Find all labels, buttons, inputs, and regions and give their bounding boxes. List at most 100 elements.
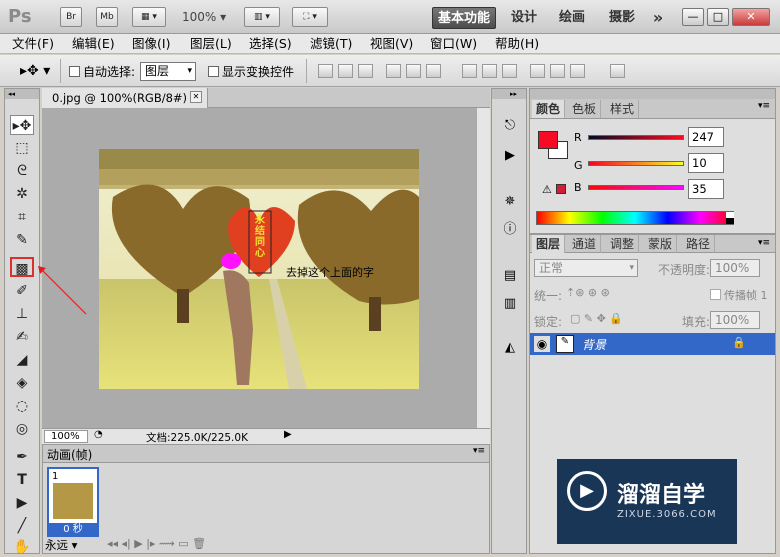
move-tool-icon[interactable]: ▸✥	[10, 115, 34, 135]
propagate-frame-checkbox[interactable]	[710, 289, 721, 300]
color-spectrum-ramp[interactable]	[536, 211, 734, 225]
distribute-horizontal-center-icon[interactable]	[550, 64, 565, 78]
gamut-warning-icon[interactable]: ⚠	[542, 183, 552, 196]
actions-panel-icon[interactable]: ▶	[500, 147, 520, 165]
tab-adjustments[interactable]: 调整	[606, 235, 640, 253]
align-right-icon[interactable]	[426, 64, 441, 78]
arrange-documents-button[interactable]: ▥ ▾	[244, 7, 280, 27]
document-tab[interactable]: 0.jpg @ 100%(RGB/8#)	[42, 88, 208, 108]
workspace-design[interactable]: 设计	[506, 7, 542, 29]
align-top-icon[interactable]	[318, 64, 333, 78]
move-tool-preset-picker[interactable]: ▸✥ ▾	[20, 63, 50, 79]
menu-edit[interactable]: 编辑(E)	[72, 36, 115, 52]
menu-filter[interactable]: 滤镜(T)	[310, 36, 352, 52]
pen-tool-icon[interactable]: ✒	[10, 447, 34, 467]
foreground-color-swatch[interactable]	[538, 131, 558, 149]
menu-select[interactable]: 选择(S)	[249, 36, 292, 52]
tab-color[interactable]: 颜色	[532, 100, 566, 118]
channel-r-field[interactable]: 247	[688, 127, 724, 147]
menu-view[interactable]: 视图(V)	[370, 36, 413, 52]
align-vertical-center-icon[interactable]	[338, 64, 353, 78]
panel-menu-icon[interactable]: ▾≡	[473, 446, 485, 456]
quick-selection-tool-icon[interactable]: ✲	[10, 184, 34, 204]
path-selection-tool-icon[interactable]: ▶	[10, 493, 34, 513]
show-transform-checkbox[interactable]	[208, 66, 219, 77]
align-bottom-icon[interactable]	[358, 64, 373, 78]
menu-layer[interactable]: 图层(L)	[190, 36, 232, 52]
panel-menu-icon[interactable]: ▾≡	[758, 238, 770, 248]
tab-paths[interactable]: 路径	[682, 235, 716, 253]
brush-tool-icon[interactable]: ✐	[10, 281, 34, 301]
loop-option-dropdown[interactable]: 永远 ▾	[45, 537, 77, 553]
lock-buttons[interactable]: ▢ ✎ ✥ 🔒	[570, 312, 623, 325]
channel-g-field[interactable]: 10	[688, 153, 724, 173]
histogram-panel-icon[interactable]: ◭	[500, 339, 520, 357]
tab-swatches[interactable]: 色板	[568, 100, 602, 118]
distribute-top-icon[interactable]	[462, 64, 477, 78]
history-panel-icon[interactable]: ⎋	[500, 117, 520, 135]
maximize-button[interactable]: □	[707, 8, 729, 26]
playback-controls[interactable]: ◂◂ ◂| ▶ |▸ ⟿ ▭ 🗑	[107, 537, 206, 550]
dodge-tool-icon[interactable]: ◎	[10, 419, 34, 439]
navigator-panel-icon[interactable]: ✵	[500, 193, 520, 211]
workspace-painting[interactable]: 绘画	[554, 7, 590, 29]
lasso-tool-icon[interactable]: ᘓ	[10, 161, 34, 181]
minimize-button[interactable]: —	[682, 8, 704, 26]
status-menu-arrow-icon[interactable]: ▶	[284, 429, 292, 440]
screen-mode-button[interactable]: ⛶ ▾	[292, 7, 328, 27]
visibility-eye-icon[interactable]: ◉	[534, 336, 550, 352]
channel-b-field[interactable]: 35	[688, 179, 724, 199]
layer-row-background[interactable]: ◉ ✎ 背景 🔒	[530, 333, 775, 355]
opacity-field[interactable]: 100%	[710, 259, 760, 277]
channel-g-slider[interactable]	[588, 161, 684, 166]
collapse-toolbar-icon[interactable]: ◂◂	[5, 89, 39, 99]
auto-select-checkbox[interactable]	[69, 66, 80, 77]
character-panel-icon[interactable]: ▤	[500, 267, 520, 285]
gamut-color-swatch[interactable]	[556, 184, 566, 194]
blend-mode-dropdown[interactable]: 正常 ▾	[534, 259, 638, 277]
distribute-right-icon[interactable]	[570, 64, 585, 78]
frame-delay[interactable]: 0 秒	[49, 523, 97, 537]
info-panel-icon[interactable]: ⓘ	[500, 221, 520, 239]
bridge-button[interactable]: Br	[60, 7, 82, 27]
distribute-left-icon[interactable]	[530, 64, 545, 78]
auto-select-dropdown[interactable]: 图层 ▾	[140, 62, 196, 81]
vertical-scrollbar[interactable]	[476, 108, 490, 428]
menu-help[interactable]: 帮助(H)	[495, 36, 539, 52]
close-button[interactable]: ✕	[732, 8, 770, 26]
eyedropper-tool-icon[interactable]: ✎	[10, 230, 34, 250]
auto-align-layers-icon[interactable]	[610, 64, 625, 78]
distribute-vertical-center-icon[interactable]	[482, 64, 497, 78]
channel-b-slider[interactable]	[588, 185, 684, 190]
tab-styles[interactable]: 样式	[606, 100, 640, 118]
menu-file[interactable]: 文件(F)	[12, 36, 54, 52]
more-workspaces-button[interactable]: »	[648, 7, 668, 29]
status-info-icon[interactable]: ◔	[94, 429, 103, 440]
close-document-button[interactable]: ✕	[190, 91, 202, 103]
blur-tool-icon[interactable]: ◌	[10, 396, 34, 416]
distribute-bottom-icon[interactable]	[502, 64, 517, 78]
line-tool-icon[interactable]: ╱	[10, 516, 34, 536]
expand-dock-icon[interactable]: ▸▸	[492, 89, 526, 99]
menu-image[interactable]: 图像(I)	[132, 36, 170, 52]
image-canvas[interactable]: 永结同心 去掉这个上面的字	[99, 149, 419, 389]
unify-buttons[interactable]: ⇡⊛ ⊛ ⊛	[566, 286, 610, 299]
paragraph-panel-icon[interactable]: ▥	[500, 295, 520, 313]
channel-r-slider[interactable]	[588, 135, 684, 140]
align-left-icon[interactable]	[386, 64, 401, 78]
tab-layers[interactable]: 图层	[532, 235, 566, 253]
history-brush-tool-icon[interactable]: ✍	[10, 327, 34, 347]
tab-masks[interactable]: 蒙版	[644, 235, 678, 253]
tab-channels[interactable]: 通道	[568, 235, 602, 253]
type-tool-icon[interactable]: T	[10, 470, 34, 490]
menu-window[interactable]: 窗口(W)	[430, 36, 477, 52]
mini-bridge-button[interactable]: Mb	[96, 7, 118, 27]
eraser-tool-icon[interactable]: ◢	[10, 350, 34, 370]
workspace-photography[interactable]: 摄影	[604, 7, 640, 29]
hand-tool-icon[interactable]: ✋	[10, 537, 34, 557]
layer-name[interactable]: 背景	[582, 336, 606, 353]
view-extras-button[interactable]: ▦ ▾	[132, 7, 166, 27]
black-white-swatch[interactable]	[726, 212, 734, 224]
marquee-tool-icon[interactable]: ⬚	[10, 138, 34, 158]
healing-brush-tool-icon[interactable]: ▩	[10, 257, 34, 277]
